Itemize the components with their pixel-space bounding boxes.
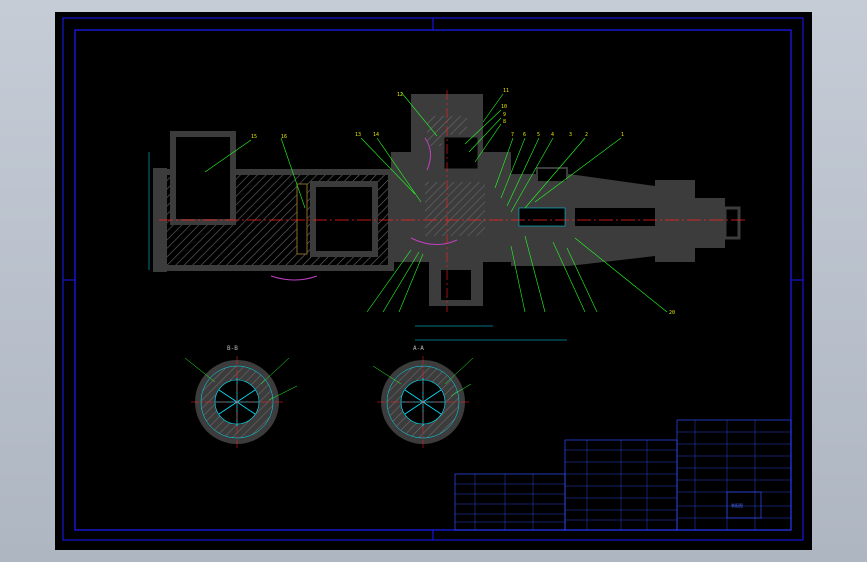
part-label-10: 10 [501,104,507,110]
part-label-16: 16 [281,134,287,140]
part-label-14: 14 [373,132,379,138]
title-block-main-label: 装配图 [731,502,743,508]
part-label-13: 13 [355,132,361,138]
seal-arc-bottom [270,275,318,281]
section-title-right: A-A [413,345,424,352]
part-label-8: 8 [503,119,506,125]
bearing-seat [296,183,308,255]
tool-holder-end [695,198,725,248]
part-label-20: 20 [669,310,675,316]
left-upper-cap [170,131,236,225]
part-label-4: 4 [551,132,554,138]
gearbox-lower-window [441,270,471,300]
drive-key-left [536,167,568,183]
drawing-viewport[interactable]: 15 16 12 11 10 9 8 7 6 5 4 3 2 1 13 14 2… [55,12,812,550]
part-label-9: 9 [503,112,506,118]
title-block [454,419,792,531]
bevel-gear-window [441,134,481,172]
nose-bore [575,208,659,226]
tool-holder [655,180,695,262]
part-label-15: 15 [251,134,257,140]
part-label-5: 5 [537,132,540,138]
part-label-2: 2 [585,132,588,138]
section-view-left: B-B [184,345,298,448]
part-label-6: 6 [523,132,526,138]
part-label-3: 3 [569,132,572,138]
part-label-7: 7 [511,132,514,138]
tool-tip [723,206,741,240]
spindle-bore [518,207,566,227]
cad-drawing: 15 16 12 11 10 9 8 7 6 5 4 3 2 1 13 14 2… [62,17,804,541]
center-window [310,181,378,257]
part-label-1: 1 [621,132,624,138]
section-title-left: B-B [227,345,238,352]
section-view-right: A-A [372,345,474,448]
part-label-12: 12 [397,92,403,98]
gear-core [425,182,485,236]
assembly-main-view: 15 16 12 11 10 9 8 7 6 5 4 3 2 1 13 14 2… [148,88,745,341]
part-label-11: 11 [503,88,509,94]
